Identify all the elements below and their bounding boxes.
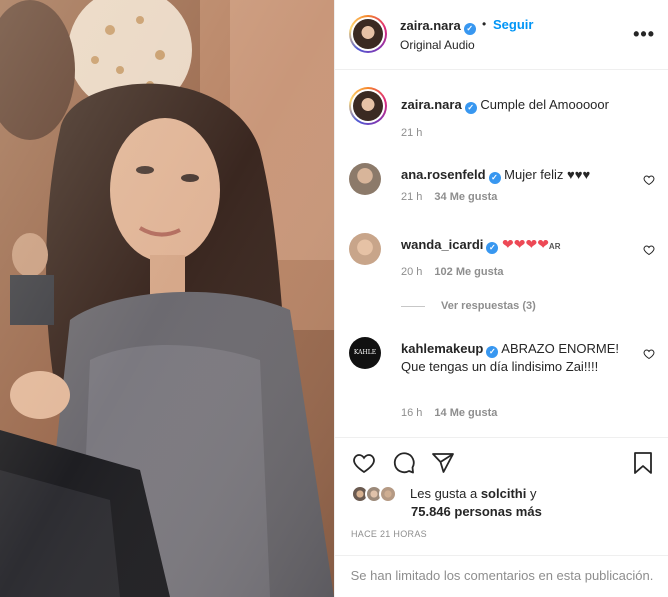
caption-meta: 21 h (401, 127, 423, 139)
replies-line (401, 305, 425, 307)
separator-dot: • (482, 17, 487, 31)
comment-meta: 20 h 102 Me gusta (401, 266, 504, 278)
share-icon[interactable] (430, 451, 456, 475)
comments-limited-notice: Se han limitado los comentarios en esta … (335, 555, 668, 597)
comment-text: wanda_icardi ✓ ❤❤❤❤AR (401, 236, 561, 254)
commenter-avatar[interactable] (349, 163, 381, 195)
comments-list[interactable]: zaira.nara ✓ Cumple del Amooooor 21 h ana… (335, 71, 668, 437)
post-sidebar: zaira.nara ✓ • Seguir Original Audio ••• … (334, 0, 668, 597)
comment-item: wanda_icardi ✓ ❤❤❤❤AR 20 h 102 Me gusta (349, 233, 659, 283)
comment-meta: 16 h 14 Me gusta (401, 407, 498, 419)
audio-label[interactable]: Original Audio (400, 38, 475, 52)
bookmark-icon[interactable] (631, 451, 655, 475)
caption-text: zaira.nara ✓ Cumple del Amooooor (401, 97, 609, 114)
comment-icon[interactable] (391, 451, 417, 475)
author-username[interactable]: zaira.nara ✓ (400, 18, 476, 35)
author-avatar[interactable] (349, 15, 387, 53)
comment-item: KAHLE kahlemakeup ✓ ABRAZO ENORME! Que te… (349, 337, 659, 427)
verified-badge-icon: ✓ (463, 23, 476, 35)
photo-illustration (0, 0, 334, 597)
follow-button[interactable]: Seguir (493, 17, 533, 32)
comment-item: ana.rosenfeld ✓ Mujer feliz ♥♥♥ 21 h 34 Me… (349, 163, 659, 213)
post-actions: Les gusta a solcithi y 75.846 personas m… (335, 437, 668, 597)
post-photo[interactable] (0, 0, 334, 597)
like-comment-heart-icon[interactable] (643, 174, 655, 186)
verified-badge-icon: ✓ (486, 346, 499, 358)
kahle-logo: KAHLE (353, 349, 377, 356)
post-header: zaira.nara ✓ • Seguir Original Audio ••• (335, 0, 668, 70)
commenter-avatar[interactable]: KAHLE (349, 337, 381, 369)
heart-outline-icon[interactable] (351, 451, 377, 475)
like-comment-heart-icon[interactable] (643, 244, 655, 256)
likes-count[interactable]: 75.846 personas más (411, 503, 542, 521)
post-timestamp[interactable]: HACE 21 HORAS (351, 529, 427, 539)
comment-meta: 21 h 34 Me gusta (401, 191, 498, 203)
verified-badge-icon: ✓ (488, 172, 501, 184)
comment-text: kahlemakeup ✓ ABRAZO ENORME! Que tengas u… (401, 341, 620, 374)
liked-by-text: Les gusta a solcithi y (410, 486, 537, 501)
comment-text: ana.rosenfeld ✓ Mujer feliz ♥♥♥ (401, 167, 591, 184)
view-replies-button[interactable]: Ver respuestas (3) (401, 300, 536, 312)
caption-avatar[interactable] (349, 87, 387, 125)
like-comment-heart-icon[interactable] (643, 348, 655, 360)
commenter-avatar[interactable] (349, 233, 381, 265)
more-options-icon[interactable]: ••• (633, 24, 655, 45)
liker-avatar[interactable] (379, 485, 397, 503)
caption: zaira.nara ✓ Cumple del Amooooor 21 h (349, 87, 659, 147)
verified-badge-icon: ✓ (464, 102, 477, 114)
verified-badge-icon: ✓ (486, 242, 499, 254)
